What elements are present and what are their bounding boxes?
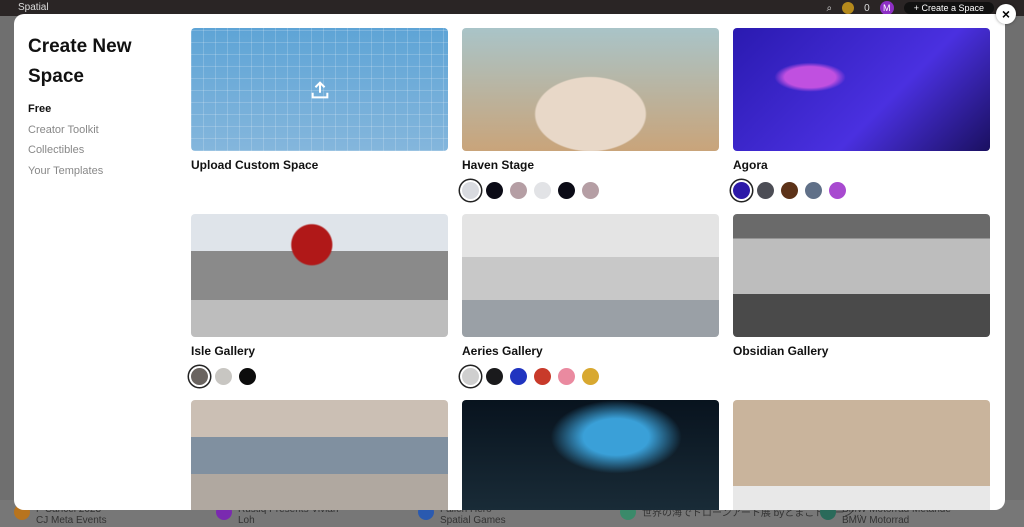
color-variants [191,368,448,385]
template-card[interactable]: Isle Gallery [191,214,448,385]
template-card[interactable]: Aeries Gallery [462,214,719,385]
template-thumbnail[interactable] [462,28,719,151]
color-variants [733,182,990,199]
color-swatch[interactable] [733,182,750,199]
search-icon[interactable]: ⌕ [827,3,833,14]
create-space-button[interactable]: + Create a Space [903,2,994,14]
color-swatch[interactable] [510,368,527,385]
template-card[interactable]: Obsidian Gallery [733,214,990,358]
color-swatch[interactable] [534,368,551,385]
color-swatch[interactable] [486,368,503,385]
template-name: Haven Stage [462,158,535,172]
template-card[interactable]: Upload Custom Space [191,28,448,172]
template-thumbnail[interactable] [462,214,719,337]
coin-icon [842,2,855,14]
avatar[interactable]: M [879,1,894,15]
color-swatch[interactable] [829,182,846,199]
template-thumbnail[interactable] [191,214,448,337]
modal-title: Create New Space [28,36,132,87]
template-thumbnail[interactable] [191,400,448,510]
template-name: Obsidian Gallery [733,344,829,358]
template-card[interactable] [733,400,990,510]
template-name: Upload Custom Space [191,158,319,172]
color-swatch[interactable] [191,368,208,385]
color-swatch[interactable] [582,182,599,199]
template-thumbnail[interactable] [733,400,990,510]
template-name: Agora [733,158,768,172]
template-thumbnail[interactable] [462,400,719,510]
create-space-modal: Create New Space Free Creator Toolkit Co… [14,14,1005,510]
color-swatch[interactable] [215,368,232,385]
template-name: Aeries Gallery [462,344,543,358]
color-swatch[interactable] [462,182,479,199]
template-thumbnail[interactable] [733,28,990,151]
coin-count: 0 [864,2,870,14]
template-card[interactable]: Agora [733,28,990,199]
color-swatch[interactable] [558,368,575,385]
color-variants [462,368,719,385]
color-swatch[interactable] [558,182,575,199]
template-card[interactable] [462,400,719,510]
upload-icon [311,80,328,98]
nav-free[interactable]: Free [28,103,103,124]
color-swatch[interactable] [239,368,256,385]
close-button[interactable]: × [996,4,1016,24]
nav-creator-toolkit[interactable]: Creator Toolkit [28,124,103,145]
space-creator: BMW Motorrad [842,515,910,526]
nav-collectibles[interactable]: Collectibles [28,144,103,165]
template-card[interactable] [191,400,448,510]
color-variants [462,182,719,199]
template-card[interactable]: Haven Stage [462,28,719,199]
color-swatch[interactable] [510,182,527,199]
template-thumbnail[interactable] [191,28,448,151]
color-swatch[interactable] [534,182,551,199]
color-swatch[interactable] [805,182,822,199]
color-swatch[interactable] [486,182,503,199]
color-swatch[interactable] [757,182,774,199]
template-name: Isle Gallery [191,344,256,358]
nav-your-templates[interactable]: Your Templates [28,165,103,186]
space-creator: Spatial Games [440,515,506,526]
color-swatch[interactable] [781,182,798,199]
template-thumbnail[interactable] [733,214,990,337]
brand-logo[interactable]: Spatial [18,2,49,13]
color-swatch[interactable] [462,368,479,385]
space-creator: CJ Meta Events [36,515,107,526]
category-nav: Free Creator Toolkit Collectibles Your T… [28,103,103,185]
color-swatch[interactable] [582,368,599,385]
space-creator: Loh [238,515,255,526]
